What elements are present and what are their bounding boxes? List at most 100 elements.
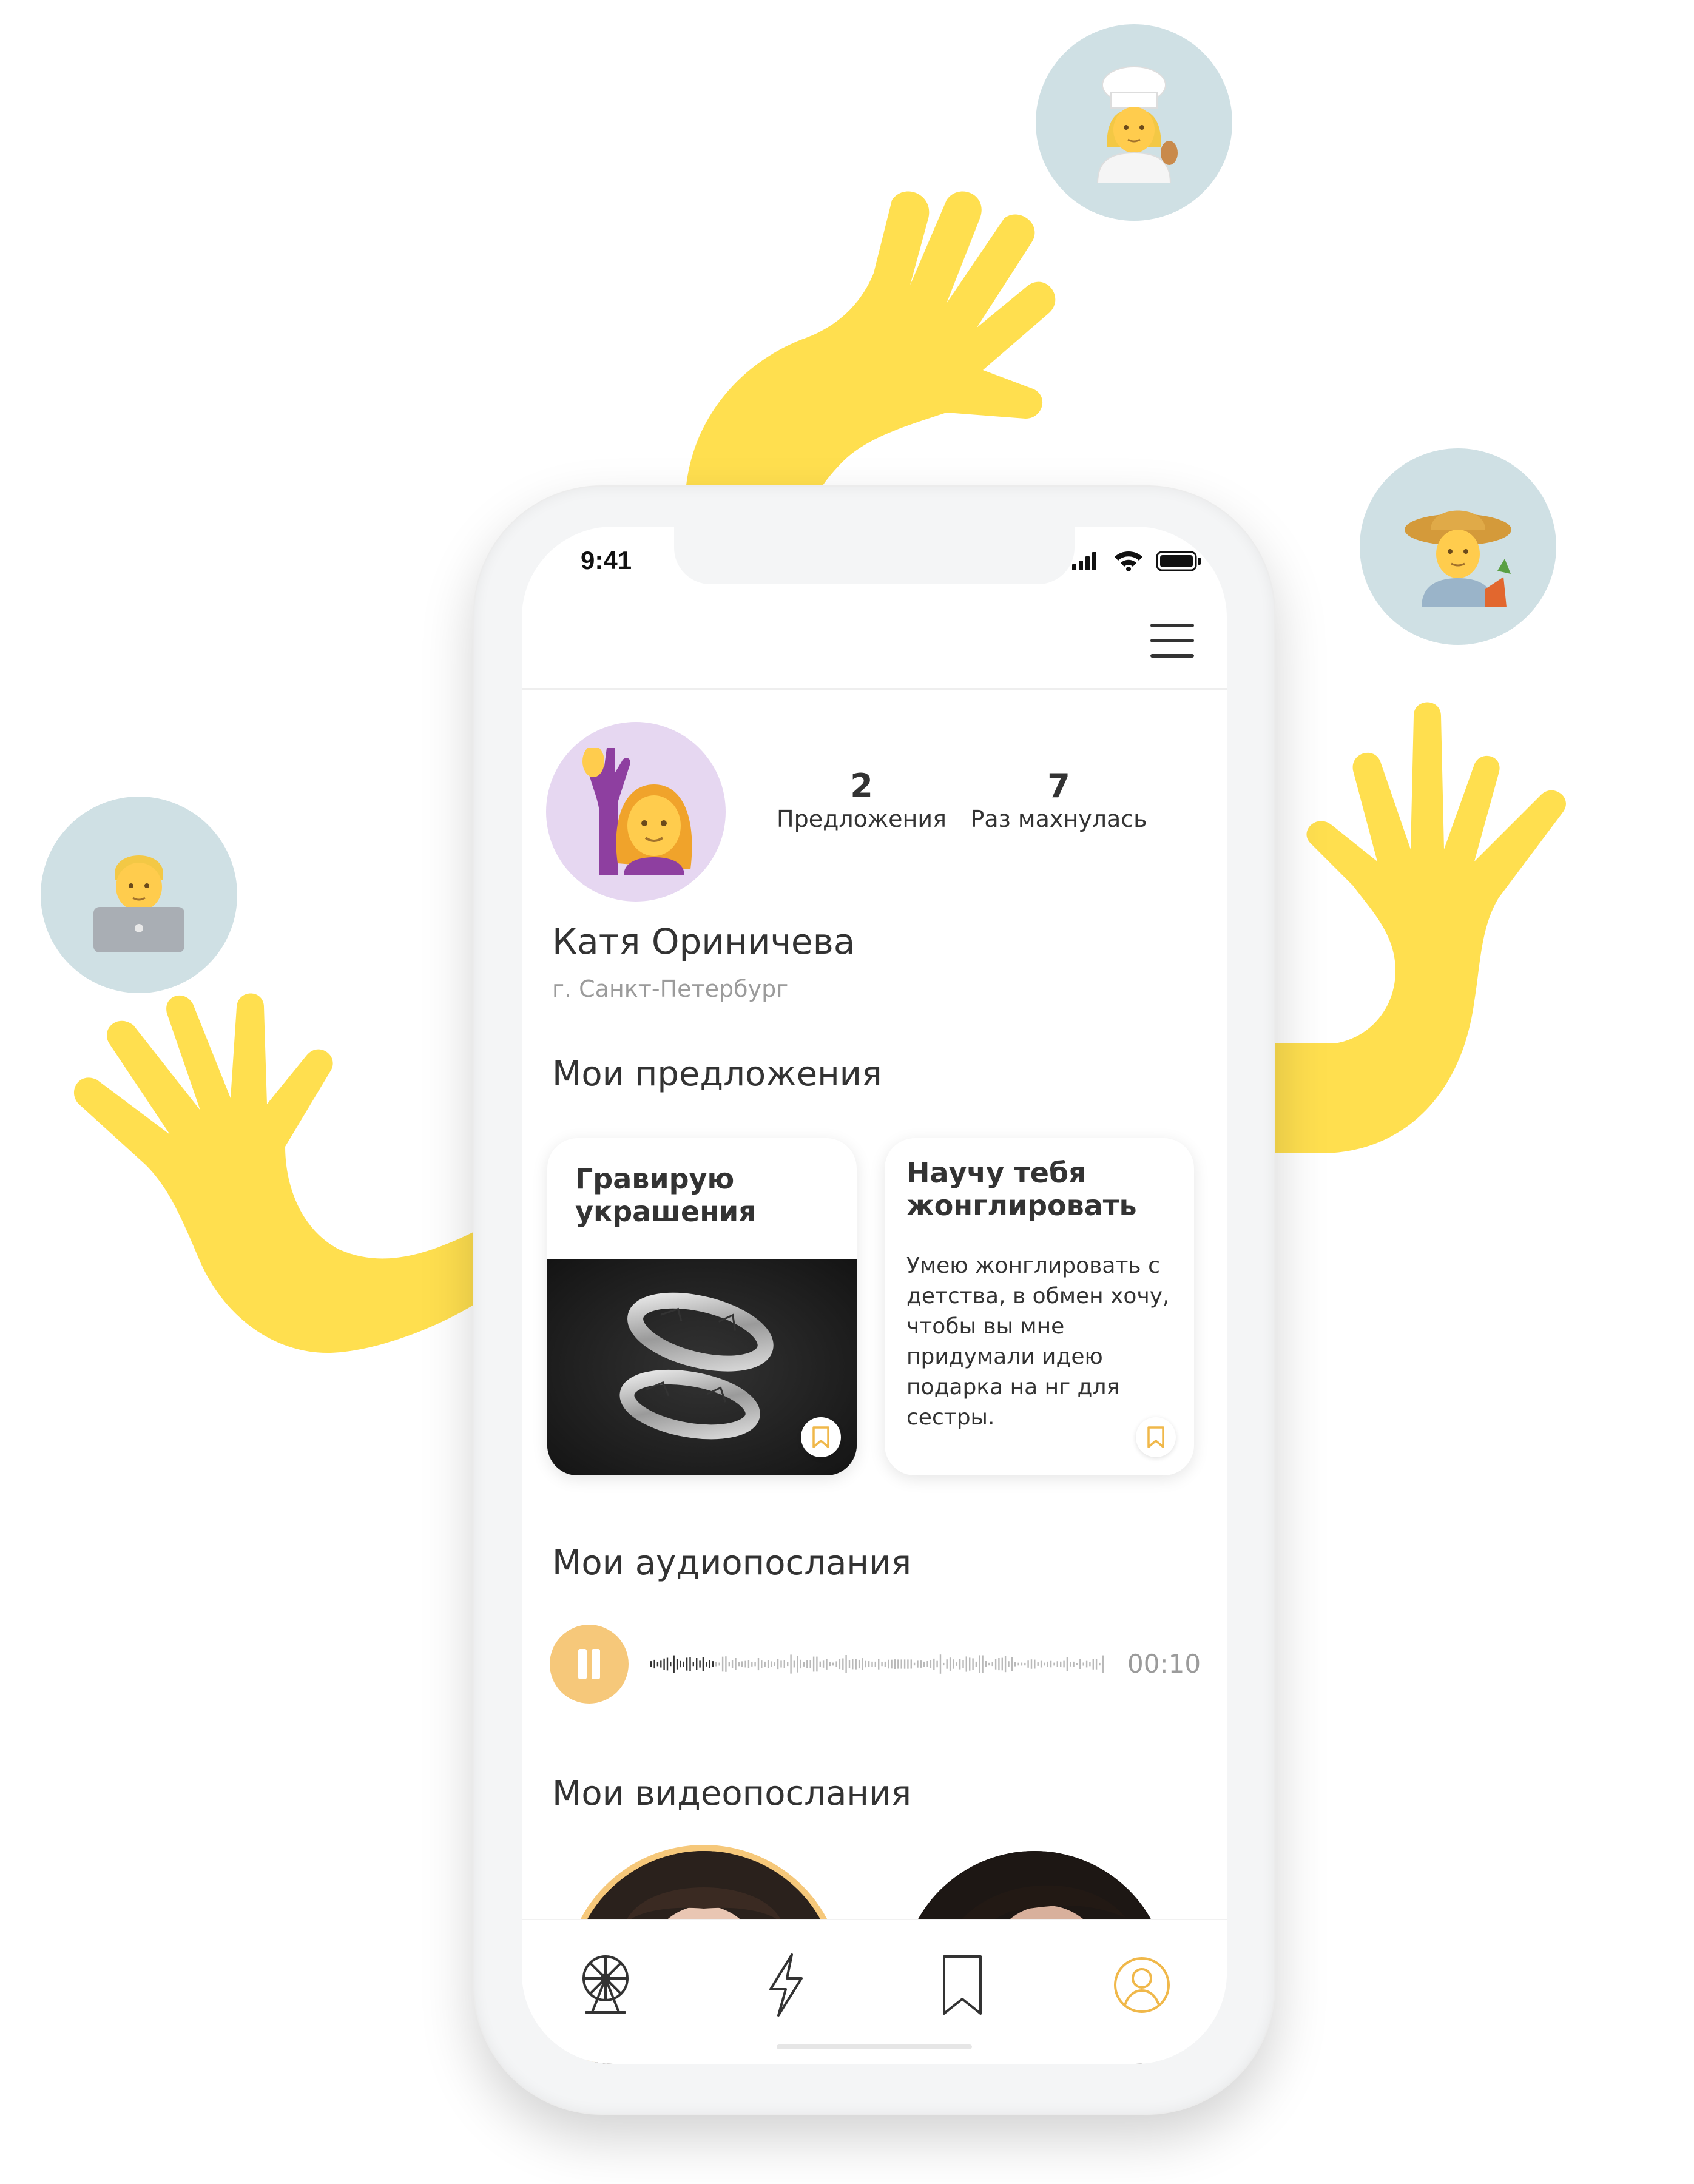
hamburger-menu-icon-bar [1150,654,1194,658]
waveform-bar [803,1662,805,1667]
save-offer-button[interactable] [801,1417,841,1457]
save-offer-button[interactable] [1136,1417,1176,1457]
waveform-bar [754,1662,756,1667]
waveform-bar [862,1658,863,1670]
audio-section-title: Мои аудиопослания [552,1543,912,1583]
waveform-bar [1034,1659,1036,1669]
waveform-bar [975,1661,977,1667]
waveform-bar [738,1662,740,1667]
waveform-bar [819,1661,821,1667]
waveform-bar [1027,1660,1029,1668]
pause-icon-bar [578,1649,587,1679]
technologist-man-bubble [41,797,237,993]
offer-card-engraving[interactable]: Гравирую украшения [547,1138,857,1475]
audio-pause-button[interactable] [550,1625,629,1704]
bookmark-icon [1147,1426,1164,1448]
waveform-bar [771,1661,772,1667]
waveform-bar [650,1661,652,1667]
technologist-man-emoji-icon [93,855,184,952]
waveform-bar [930,1660,932,1668]
waveform-bar [953,1659,954,1669]
waveform-bar [761,1660,763,1668]
status-time: 9:41 [581,546,632,575]
waveform-bar [790,1654,792,1674]
waveform-bar [900,1659,902,1669]
waveform-bar [660,1660,662,1668]
waveform-bar [692,1662,694,1667]
chef-woman-bubble [1036,24,1232,221]
waveform-bar [910,1659,912,1669]
waveform-bar [1056,1661,1058,1667]
offers-section-title: Мои предложения [552,1054,882,1094]
waveform-bar [809,1660,811,1668]
waveform-bar [741,1661,743,1667]
hamburger-menu-icon-bar [1150,624,1194,627]
waveform-bar [1001,1657,1003,1671]
waveform-bar [936,1660,938,1668]
waveform-bar [696,1658,698,1670]
waveform-bar [946,1659,948,1669]
waveform-bar [751,1662,753,1667]
waveform-bar [913,1662,916,1666]
waveform-bar [1070,1662,1071,1667]
waveform-bar [812,1656,815,1672]
waveform-bar [988,1662,990,1666]
waveform-bar [839,1659,841,1670]
waveform-bar [871,1661,873,1667]
waveform-bar [878,1659,880,1670]
offer-card-title-line: жонглировать [906,1189,1137,1222]
pause-icon-bar [592,1649,600,1679]
waveform-bar [764,1661,766,1667]
tab-profile-icon[interactable] [1112,1952,1172,2018]
waveform-bar [1060,1661,1062,1667]
waveform-bar [835,1661,837,1667]
waveform-bar [1095,1659,1098,1670]
woman-raising-hand-emoji-icon [582,748,692,875]
waveform-bar [706,1662,707,1667]
waveform-bar [829,1662,831,1667]
stat-offers: 2 Предложения [764,768,959,834]
waveform-bar [822,1660,825,1668]
waveform-bar [1008,1661,1010,1667]
waveform-bar [956,1662,957,1666]
offer-card-title-line: украшения [575,1195,757,1228]
waveform-bar [670,1662,672,1667]
waveform-bar [926,1661,928,1667]
waveform-bar [1089,1662,1091,1667]
offer-card-juggling[interactable]: Научу тебя жонглировать Умею жонглироват… [885,1138,1194,1475]
waveform-bar [1004,1656,1007,1673]
audio-waveform[interactable] [650,1640,1105,1688]
right-hand-icon [1274,702,1566,1153]
audio-duration: 00:10 [1127,1649,1201,1679]
waveform-bar [673,1655,675,1673]
waveform-bar [689,1657,691,1671]
video-section-title: Мои видеопослания [552,1774,912,1813]
waveform-bar [686,1657,688,1671]
waveform-bar [1037,1662,1039,1666]
offer-card-description: Умею жонглировать с детства, в обмен хоч… [906,1253,1170,1430]
waveform-bar [826,1659,828,1670]
waveform-bar [998,1658,1000,1671]
waveform-bar [797,1656,798,1673]
waveform-bar [923,1661,925,1667]
waveform-bar [1053,1662,1055,1666]
waveform-bar [1011,1657,1013,1671]
waveform-bar [680,1660,681,1668]
stat-offers-value: 2 [850,767,873,805]
waveform-bar [858,1659,860,1669]
waveform-bar [891,1659,893,1669]
tab-lightning-icon[interactable] [755,1952,816,2018]
waveform-bar [1040,1660,1042,1668]
phone-notch [674,527,1075,584]
avatar[interactable] [546,722,726,902]
tab-bookmark-icon[interactable] [932,1952,993,2018]
waveform-bar [949,1657,951,1671]
offer-card-title: Научу тебя жонглировать [906,1156,1137,1222]
waveform-bar [991,1662,993,1667]
hamburger-menu-icon-bar [1150,639,1194,642]
waveform-bar [917,1660,919,1668]
waveform-bar [897,1659,899,1669]
tab-ferris-wheel-icon[interactable] [575,1952,636,2018]
waveform-bar [962,1660,964,1668]
hamburger-menu-button[interactable] [1150,624,1194,658]
